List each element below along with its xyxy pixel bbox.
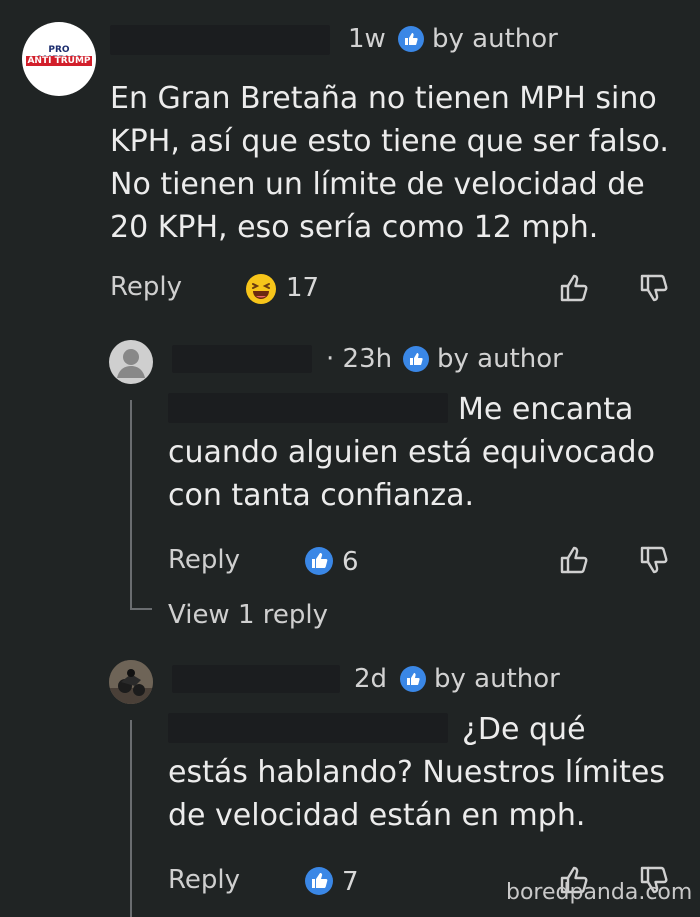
comment-time: 2d (354, 664, 388, 694)
thumbs-up-badge-icon (400, 666, 426, 692)
reply-button[interactable]: Reply (110, 272, 182, 302)
reaction-count: 6 (342, 547, 359, 577)
thumbs-up-badge-icon (403, 346, 429, 372)
view-replies-link[interactable]: View 1 reply (168, 600, 328, 630)
upvote-icon[interactable] (558, 544, 590, 580)
default-avatar-icon[interactable] (109, 340, 153, 384)
comment-body: ¿De qué estás hablando? Nuestros límites… (168, 712, 666, 833)
redacted-username (110, 25, 330, 55)
thread-line (130, 720, 132, 917)
avatar[interactable] (109, 660, 153, 704)
thumbs-up-badge-icon (398, 26, 424, 52)
upvote-icon[interactable] (558, 272, 590, 308)
reply-button[interactable]: Reply (168, 545, 240, 575)
comment-body: En Gran Bretaña no tienen MPH sino KPH, … (110, 81, 669, 245)
avatar-label-bottom: ANTI TRUMP (26, 56, 92, 66)
by-author-label: by author (437, 344, 563, 374)
thread-line (130, 400, 132, 610)
laughing-emoji-icon (245, 273, 277, 309)
reaction-count: 7 (342, 867, 359, 897)
liked-by-author: by author (398, 24, 558, 54)
comment-body: Me encanta cuando alguien está equivocad… (168, 392, 655, 513)
like-icon (304, 866, 334, 900)
comment-time: 1w (348, 24, 386, 54)
liked-by-author: by author (400, 664, 560, 694)
downvote-icon[interactable] (638, 272, 670, 308)
liked-by-author: by author (403, 344, 563, 374)
avatar[interactable]: PRO AMERICA ANTI TRUMP (22, 22, 96, 96)
watermark: boredpanda.com (506, 880, 693, 905)
thread-line-hook (130, 608, 152, 610)
comment-time: · 23h (326, 344, 393, 374)
by-author-label: by author (434, 664, 560, 694)
like-icon (304, 546, 334, 580)
reply-button[interactable]: Reply (168, 865, 240, 895)
downvote-icon[interactable] (638, 544, 670, 580)
reaction-count: 17 (286, 273, 320, 303)
by-author-label: by author (432, 24, 558, 54)
redacted-username (172, 345, 312, 373)
redacted-username (172, 665, 340, 693)
